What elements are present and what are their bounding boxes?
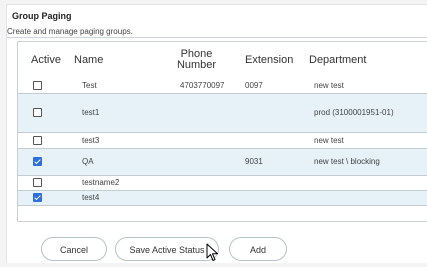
active-cell[interactable] (18, 132, 66, 149)
overflow-cell (401, 148, 427, 176)
page-subtitle: Create and manage paging groups. (7, 27, 133, 36)
column-header-phone-number[interactable]: Phone Number (150, 42, 243, 78)
column-header-name[interactable]: Name (66, 42, 150, 78)
group-extension: 9031 (243, 148, 305, 176)
add-button[interactable]: Add (229, 237, 287, 261)
active-cell[interactable] (18, 78, 66, 94)
overflow-cell (401, 190, 427, 206)
group-phone (150, 190, 243, 206)
cancel-button[interactable]: Cancel (41, 237, 107, 261)
group-department: prod (3100001951-01) (305, 93, 401, 133)
column-header-extension[interactable]: Extension (243, 42, 305, 78)
active-cell[interactable] (18, 93, 66, 133)
overflow-cell (401, 78, 427, 94)
group-phone (150, 175, 243, 191)
column-header-department[interactable]: Department (305, 42, 401, 78)
table-row[interactable]: test1 prod (3100001951-01) (18, 93, 427, 133)
group-phone (150, 93, 243, 133)
header-divider (7, 37, 427, 38)
active-checkbox[interactable] (33, 135, 42, 145)
active-checkbox[interactable] (33, 193, 42, 203)
column-header-active[interactable]: Active (18, 42, 66, 78)
group-department: new test \ blocking (305, 148, 401, 176)
group-extension (243, 175, 305, 191)
column-header-overflow (401, 42, 427, 78)
group-extension (243, 132, 305, 149)
group-department: new test (305, 78, 401, 94)
group-phone (150, 148, 243, 176)
paging-groups-table: Active Name Phone Number Extension Depar… (17, 41, 427, 222)
table-row[interactable]: testname2 (18, 175, 427, 191)
table-row[interactable]: test4 (18, 190, 427, 206)
active-checkbox[interactable] (33, 80, 42, 90)
group-phone: 4703770097 (150, 78, 243, 94)
group-extension (243, 190, 305, 206)
table-row[interactable]: QA 9031 new test \ blocking (18, 148, 427, 176)
group-name: Test (66, 78, 150, 94)
overflow-cell (401, 93, 427, 133)
active-checkbox[interactable] (33, 108, 42, 118)
group-name: test4 (66, 190, 150, 206)
save-active-status-button[interactable]: Save Active Status (115, 237, 219, 261)
group-paging-panel: Group Paging Create and manage paging gr… (6, 4, 427, 263)
group-name: QA (66, 148, 150, 176)
table-row[interactable]: test3 new test (18, 132, 427, 149)
table-header-row: Active Name Phone Number Extension Depar… (18, 42, 427, 78)
column-header-phone-line2: Number (176, 59, 217, 71)
active-checkbox[interactable] (33, 157, 42, 167)
group-department (305, 190, 401, 206)
group-name: testname2 (66, 175, 150, 191)
group-name: test3 (66, 132, 150, 149)
overflow-cell (401, 175, 427, 191)
overflow-cell (401, 132, 427, 149)
group-department (305, 175, 401, 191)
group-extension (243, 93, 305, 133)
group-extension: 0097 (243, 78, 305, 94)
page-title: Group Paging (12, 11, 72, 21)
table-row[interactable]: Test 4703770097 0097 new test (18, 78, 427, 94)
active-cell[interactable] (18, 148, 66, 176)
group-phone (150, 132, 243, 149)
group-department: new test (305, 132, 401, 149)
active-cell[interactable] (18, 190, 66, 206)
active-checkbox[interactable] (33, 178, 42, 188)
group-name: test1 (66, 93, 150, 133)
active-cell[interactable] (18, 175, 66, 191)
mouse-pointer-icon (206, 243, 218, 261)
